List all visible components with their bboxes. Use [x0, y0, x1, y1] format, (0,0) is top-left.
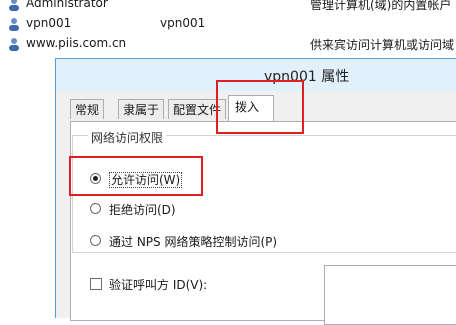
user-list-row[interactable]: vpn001 vpn001: [0, 14, 456, 34]
user-name: Administrator: [26, 0, 108, 10]
radio-nps-label: 通过 NPS 网络策略控制访问(P): [109, 235, 278, 249]
radio-deny-label: 拒绝访问(D): [109, 203, 176, 217]
radio-button[interactable]: [90, 203, 101, 214]
user-name: www.piis.com.cn: [26, 36, 127, 50]
user-name: vpn001: [26, 16, 72, 30]
dialog-title: vpn001 属性: [264, 69, 350, 85]
tab-profile[interactable]: 配置文件: [168, 99, 227, 119]
tab-member-of[interactable]: 隶属于: [118, 99, 165, 119]
radio-button[interactable]: [90, 173, 101, 184]
user-list-row[interactable]: Administrator 管理计算机(域)的内置帐户: [0, 0, 456, 14]
user-icon: [9, 0, 19, 11]
radio-button[interactable]: [90, 235, 101, 246]
caller-id-input[interactable]: [324, 265, 456, 325]
tab-general[interactable]: 常规: [70, 99, 105, 119]
properties-dialog: vpn001 属性 常规 隶属于 配置文件 拨入 网络访问权限 允许访问(W) …: [55, 58, 456, 325]
user-description: 供来宾访问计算机或访问域: [310, 38, 455, 52]
user-description: 管理计算机(域)的内置帐户: [310, 0, 452, 12]
radio-allow-label: 允许访问(W): [109, 172, 183, 188]
user-icon: [9, 38, 19, 51]
network-access-label: 网络访问权限: [88, 129, 167, 146]
verify-caller-id-label: 验证呼叫方 ID(V):: [109, 278, 208, 292]
checkbox[interactable]: [90, 278, 102, 290]
user-icon: [9, 18, 19, 31]
user-full-name: vpn001: [160, 16, 206, 30]
dialog-titlebar[interactable]: vpn001 属性: [56, 59, 456, 91]
user-list-row[interactable]: www.piis.com.cn 供来宾访问计算机或访问域: [0, 34, 456, 54]
tab-dial-in[interactable]: 拨入: [228, 95, 274, 121]
